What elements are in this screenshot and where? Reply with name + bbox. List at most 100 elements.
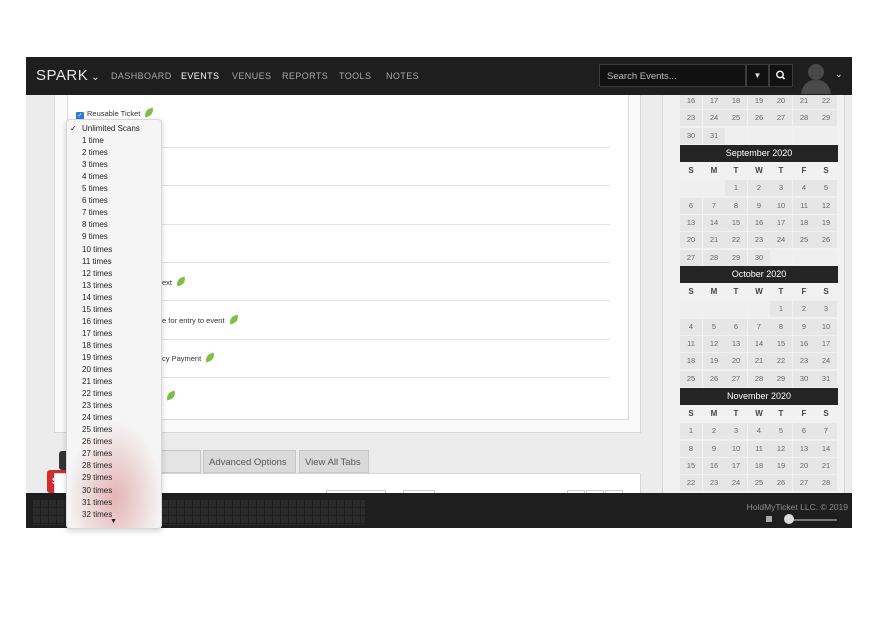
- calendar-day[interactable]: 28: [793, 110, 815, 127]
- dropdown-option[interactable]: 4 times: [82, 172, 108, 184]
- dropdown-option[interactable]: 32 times: [82, 510, 112, 522]
- calendar-day[interactable]: 6: [725, 318, 747, 335]
- calendar-day[interactable]: 6: [680, 197, 702, 214]
- calendar-day[interactable]: 21: [703, 232, 725, 249]
- dropdown-option[interactable]: 18 times: [82, 341, 112, 353]
- calendar-day[interactable]: 18: [680, 353, 702, 370]
- calendar-day[interactable]: 4: [793, 180, 815, 197]
- calendar-day[interactable]: 26: [815, 232, 837, 249]
- calendar-day[interactable]: 27: [680, 249, 702, 266]
- calendar-day[interactable]: 17: [725, 457, 747, 474]
- calendar-day[interactable]: 2: [703, 423, 725, 440]
- avatar[interactable]: [799, 58, 833, 94]
- calendar-day[interactable]: 23: [680, 110, 702, 127]
- dropdown-option[interactable]: 21 times: [82, 377, 112, 389]
- calendar-day[interactable]: 15: [770, 335, 792, 352]
- calendar-day[interactable]: 9: [703, 440, 725, 457]
- calendar-day[interactable]: 26: [770, 475, 792, 492]
- calendar-day[interactable]: 22: [770, 353, 792, 370]
- dropdown-option[interactable]: 25 times: [82, 425, 112, 437]
- calendar-day[interactable]: 22: [680, 475, 702, 492]
- dropdown-option[interactable]: 13 times: [82, 281, 112, 293]
- calendar-day[interactable]: 16: [793, 335, 815, 352]
- calendar-day[interactable]: 4: [748, 423, 770, 440]
- calendar-day[interactable]: 16: [680, 95, 702, 109]
- calendar-day[interactable]: 21: [815, 457, 837, 474]
- calendar-day[interactable]: 27: [793, 475, 815, 492]
- calendar-day[interactable]: 12: [770, 440, 792, 457]
- calendar-day[interactable]: 5: [770, 423, 792, 440]
- calendar-day[interactable]: 13: [793, 440, 815, 457]
- tab-view-all[interactable]: View All Tabs: [299, 450, 369, 473]
- calendar-day[interactable]: 30: [680, 127, 702, 144]
- search-input[interactable]: Search Events...: [599, 64, 746, 87]
- scan-limit-dropdown[interactable]: ✓ Unlimited Scans 1 time 2 times 3 times 4 ti…: [66, 119, 162, 529]
- calendar-day[interactable]: 19: [770, 457, 792, 474]
- calendar-day[interactable]: 1: [770, 301, 792, 318]
- calendar-day[interactable]: 23: [793, 353, 815, 370]
- dropdown-option[interactable]: 6 times: [82, 196, 108, 208]
- dropdown-option[interactable]: 16 times: [82, 317, 112, 329]
- calendar-day[interactable]: 31: [815, 370, 837, 387]
- calendar-day[interactable]: 13: [680, 214, 702, 231]
- calendar-day[interactable]: 30: [793, 370, 815, 387]
- calendar-day[interactable]: 20: [725, 353, 747, 370]
- dropdown-option[interactable]: Unlimited Scans: [82, 124, 140, 136]
- dropdown-option[interactable]: 19 times: [82, 353, 112, 365]
- dropdown-option[interactable]: 7 times: [82, 208, 108, 220]
- dropdown-option[interactable]: 22 times: [82, 389, 112, 401]
- calendar-day[interactable]: 3: [815, 301, 837, 318]
- nav-events[interactable]: EVENTS: [181, 71, 219, 81]
- calendar-day[interactable]: 30: [748, 249, 770, 266]
- calendar-day[interactable]: 8: [725, 197, 747, 214]
- calendar-day[interactable]: 7: [703, 197, 725, 214]
- dropdown-option[interactable]: 17 times: [82, 329, 112, 341]
- volume-icon[interactable]: [766, 516, 772, 522]
- calendar-day[interactable]: 29: [815, 110, 837, 127]
- volume-slider-knob[interactable]: [784, 514, 794, 524]
- calendar-day[interactable]: 19: [748, 95, 770, 109]
- calendar-day[interactable]: 1: [680, 423, 702, 440]
- calendar-day[interactable]: 21: [793, 95, 815, 109]
- calendar-day[interactable]: 12: [703, 335, 725, 352]
- dropdown-option[interactable]: 2 times: [82, 148, 108, 160]
- calendar-day[interactable]: 4: [680, 318, 702, 335]
- calendar-day[interactable]: 9: [793, 318, 815, 335]
- calendar-day[interactable]: 29: [725, 249, 747, 266]
- dropdown-option[interactable]: 31 times: [82, 498, 112, 510]
- calendar-day[interactable]: 23: [748, 232, 770, 249]
- calendar-day[interactable]: 25: [680, 370, 702, 387]
- calendar-day[interactable]: 17: [703, 95, 725, 109]
- calendar-day[interactable]: 8: [770, 318, 792, 335]
- calendar-day[interactable]: 26: [703, 370, 725, 387]
- calendar-day[interactable]: 7: [815, 423, 837, 440]
- dropdown-option[interactable]: 11 times: [82, 257, 112, 269]
- calendar-day[interactable]: 28: [703, 249, 725, 266]
- calendar-day[interactable]: 20: [770, 95, 792, 109]
- nav-notes[interactable]: NOTES: [386, 71, 419, 81]
- calendar-day[interactable]: 3: [725, 423, 747, 440]
- calendar-day[interactable]: 13: [725, 335, 747, 352]
- calendar-day[interactable]: 16: [703, 457, 725, 474]
- calendar-day[interactable]: 17: [815, 335, 837, 352]
- dropdown-option[interactable]: 9 times: [82, 232, 108, 244]
- dropdown-option[interactable]: 12 times: [82, 269, 112, 281]
- calendar-day[interactable]: 25: [748, 475, 770, 492]
- calendar-day[interactable]: 10: [725, 440, 747, 457]
- calendar-day[interactable]: 17: [770, 214, 792, 231]
- dropdown-option[interactable]: 30 times: [82, 486, 112, 498]
- calendar-day[interactable]: 27: [770, 110, 792, 127]
- scroll-down-arrow-icon[interactable]: ▼: [110, 518, 117, 525]
- dropdown-option[interactable]: 8 times: [82, 220, 108, 232]
- calendar-day[interactable]: 24: [725, 475, 747, 492]
- calendar-day[interactable]: 9: [748, 197, 770, 214]
- calendar-day[interactable]: 28: [748, 370, 770, 387]
- dropdown-option[interactable]: 5 times: [82, 184, 108, 196]
- calendar-day[interactable]: 11: [748, 440, 770, 457]
- calendar-day[interactable]: 31: [703, 127, 725, 144]
- dropdown-option[interactable]: 3 times: [82, 160, 108, 172]
- dropdown-option[interactable]: 28 times: [82, 461, 112, 473]
- calendar-day[interactable]: 11: [793, 197, 815, 214]
- calendar-day[interactable]: 6: [793, 423, 815, 440]
- nav-dashboard[interactable]: DASHBOARD: [111, 71, 172, 81]
